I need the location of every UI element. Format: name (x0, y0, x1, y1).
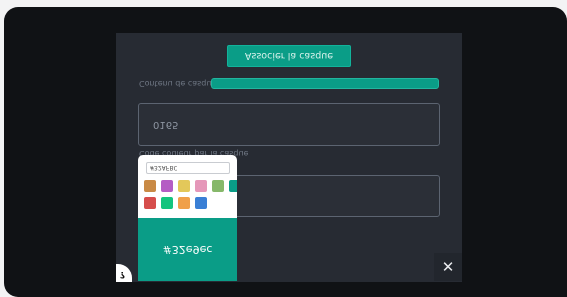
swatch-grid (144, 180, 237, 209)
color-swatch[interactable] (178, 180, 190, 192)
color-swatch[interactable] (178, 197, 190, 209)
close-icon: ✕ (441, 258, 455, 276)
associate-button[interactable]: Associer la casque (227, 45, 351, 67)
content-label: Contenu de casque (139, 79, 217, 88)
color-swatch[interactable] (144, 180, 156, 192)
color-swatch[interactable] (161, 197, 173, 209)
color-swatch[interactable] (212, 180, 224, 192)
code-input-value: 0165 (153, 119, 179, 130)
close-button[interactable]: ✕ (434, 253, 462, 281)
code-input[interactable]: 0165 (138, 103, 440, 146)
color-preview: #32e9ec (138, 218, 237, 281)
hex-input[interactable]: #32AFBC (146, 162, 230, 174)
color-swatch[interactable] (195, 197, 207, 209)
color-swatch[interactable] (195, 180, 207, 192)
color-swatch[interactable] (229, 180, 237, 192)
color-swatch[interactable] (144, 197, 156, 209)
color-preview-label: #32e9ec (162, 243, 213, 256)
color-picker-popover: #32AFBC #32e9ec (138, 155, 237, 281)
color-swatch[interactable] (161, 180, 173, 192)
content-progress-bar (211, 78, 439, 89)
help-icon: ? (119, 269, 126, 279)
